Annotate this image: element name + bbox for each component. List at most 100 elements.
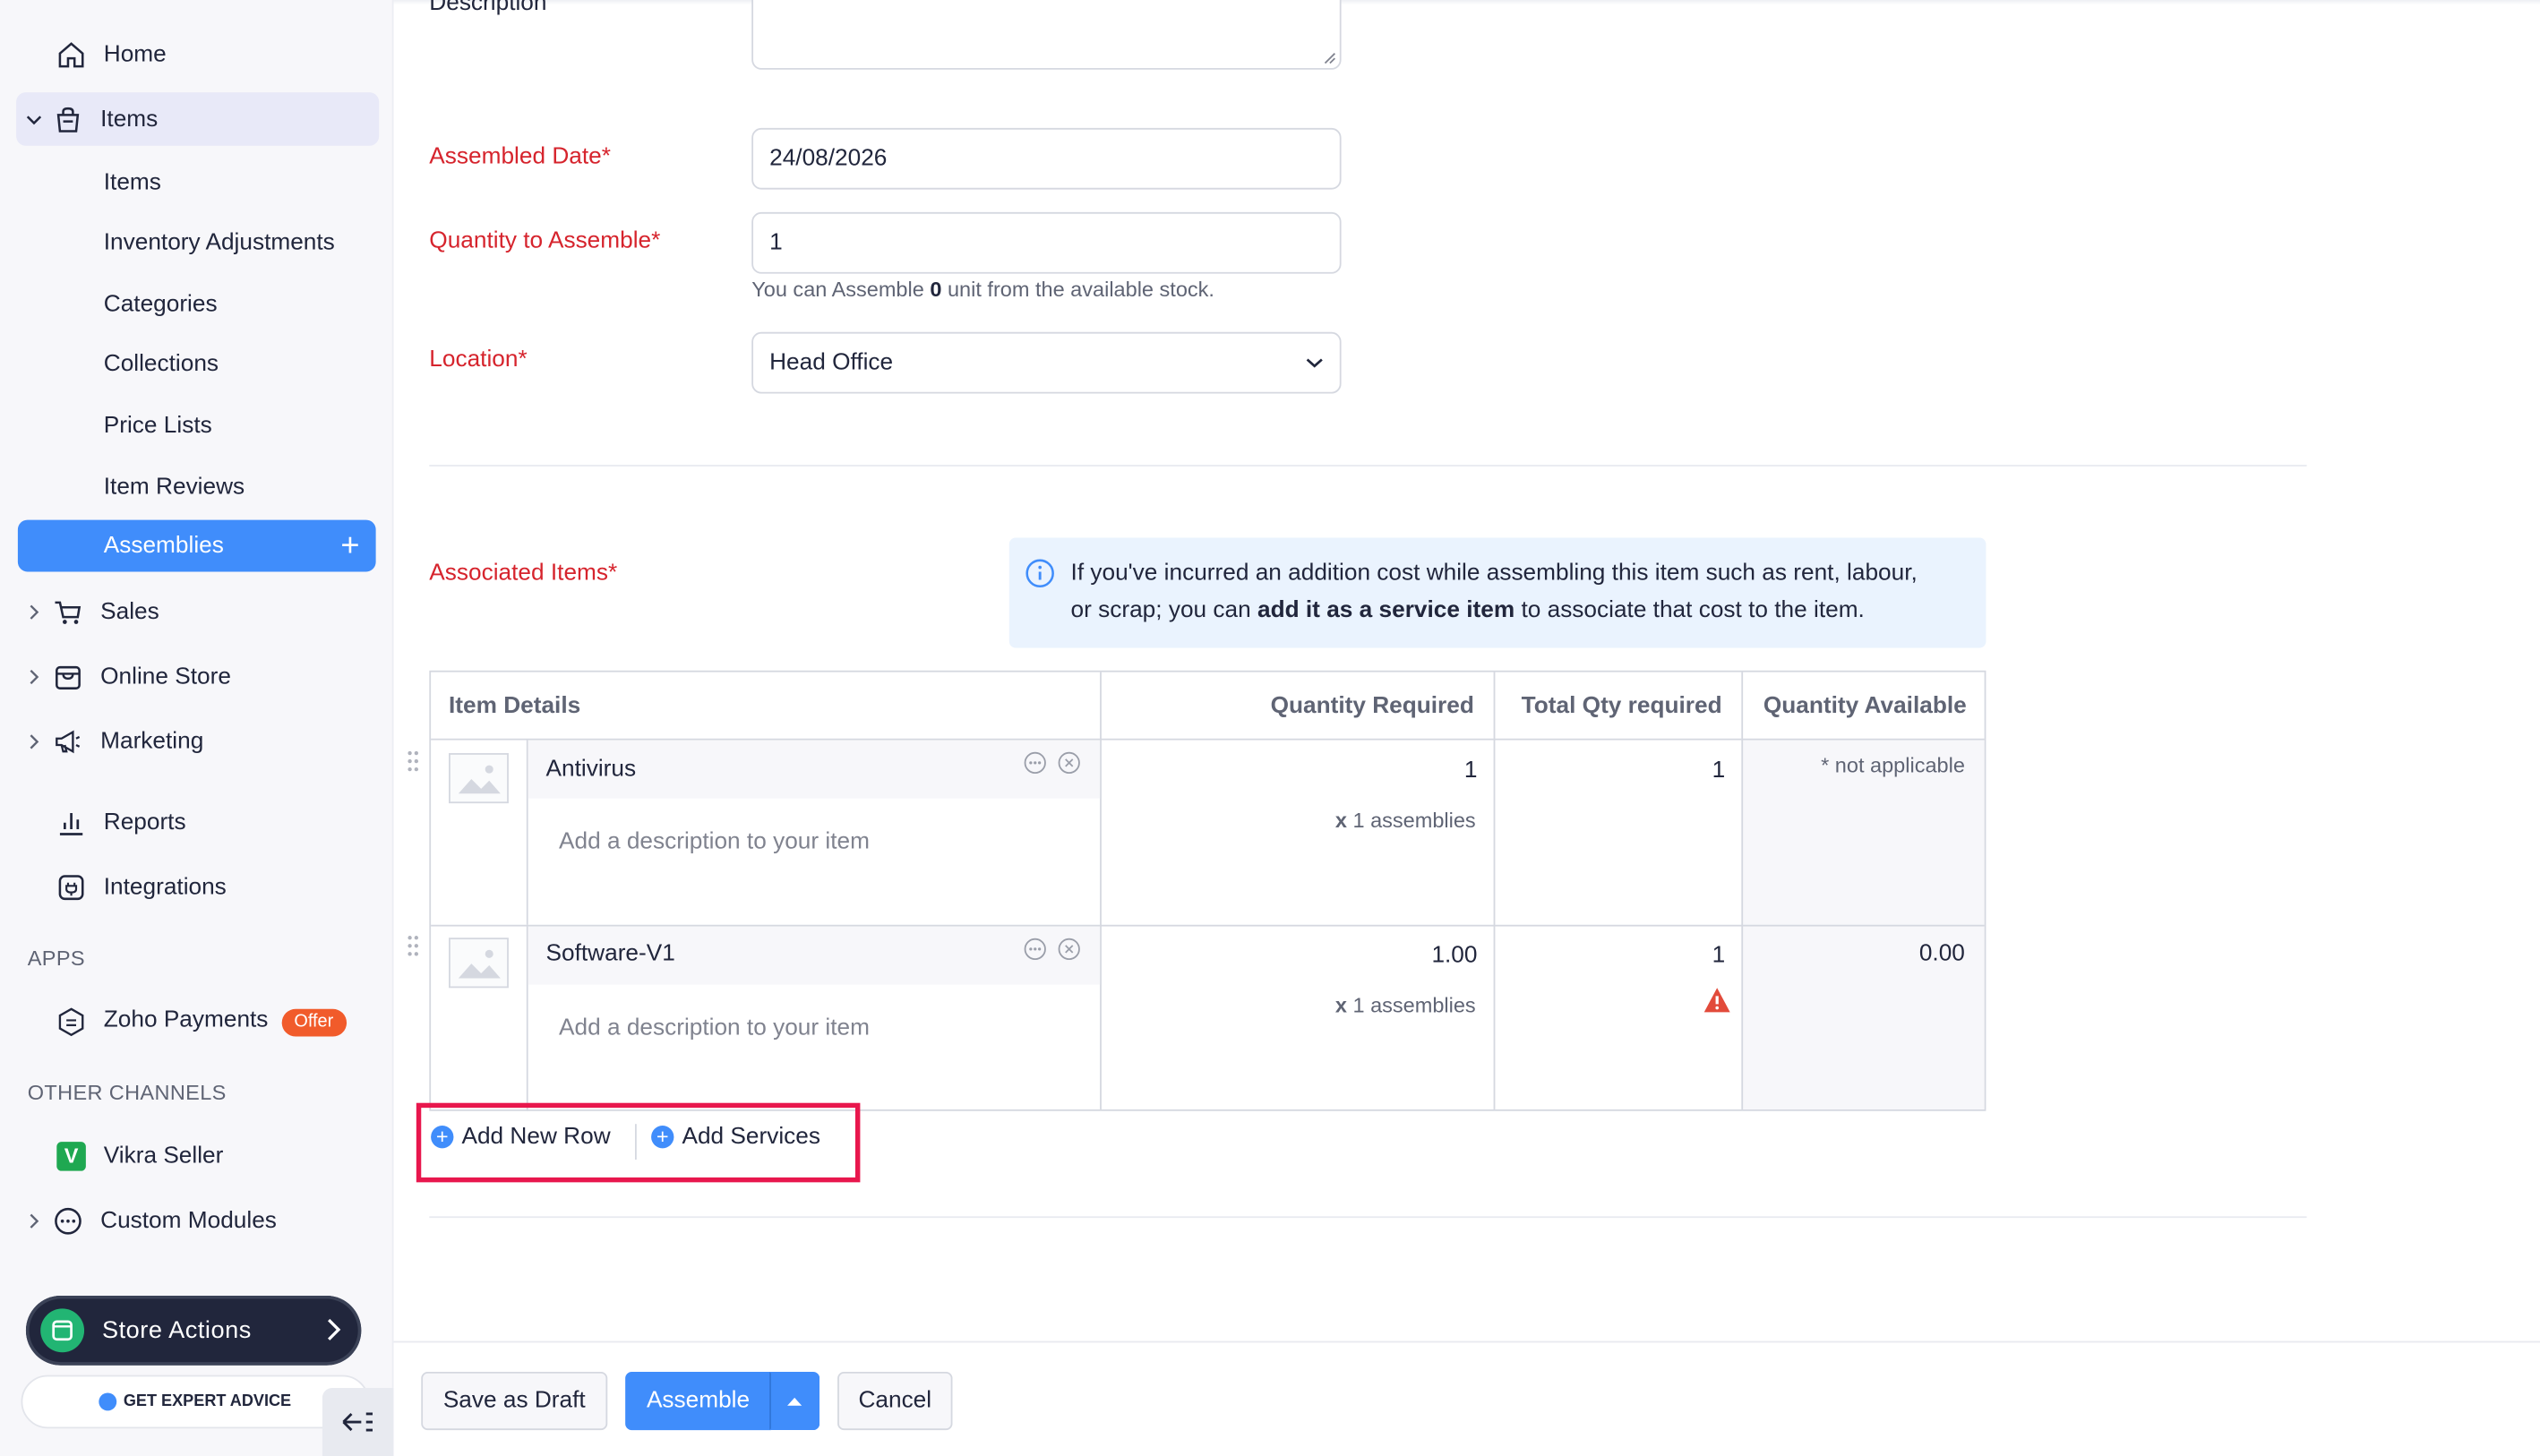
add-services-button[interactable]: + Add Services — [651, 1124, 820, 1150]
quantity-required-input[interactable]: 1 — [1100, 758, 1478, 784]
expert-advice-icon — [99, 1392, 117, 1411]
description-textarea[interactable] — [751, 0, 1342, 70]
sidebar-item-item-reviews[interactable]: Item Reviews — [16, 460, 379, 514]
nav-home[interactable]: Home — [16, 28, 379, 81]
section-divider — [429, 465, 2307, 467]
total-qty-required: 1 — [1712, 758, 1726, 784]
sidebar-item-label: Inventory Adjustments — [103, 228, 335, 255]
sidebar-item-inventory-adjustments[interactable]: Inventory Adjustments — [16, 216, 379, 270]
assembly-form: Description Assembled Date* 24/08/2026 Q… — [393, 0, 2540, 1456]
image-placeholder-icon[interactable] — [449, 938, 509, 989]
resize-grip-icon[interactable] — [1324, 52, 1336, 64]
sidebar-item-price-lists[interactable]: Price Lists — [16, 398, 379, 452]
more-options-icon[interactable] — [1024, 938, 1046, 961]
items-icon — [56, 107, 80, 132]
nav-sales[interactable]: Sales — [16, 585, 379, 638]
more-options-icon[interactable] — [1024, 751, 1046, 775]
nav-items-group[interactable]: Items — [16, 92, 380, 146]
nav-sales-label: Sales — [100, 598, 159, 625]
warning-icon[interactable] — [1703, 986, 1732, 1014]
online-store-icon — [56, 665, 81, 689]
drag-handle-icon[interactable] — [405, 749, 421, 775]
remove-icon[interactable] — [1058, 751, 1080, 775]
add-assembly-plus-icon[interactable]: + — [340, 529, 359, 561]
sidebar-item-items[interactable]: Items — [16, 156, 379, 210]
nav-online-store[interactable]: Online Store — [16, 649, 379, 703]
store-icon — [40, 1308, 85, 1353]
multiplier-x: x — [1334, 808, 1347, 833]
info-line-2-suffix: to associate that cost to the item. — [1515, 597, 1865, 624]
store-actions-label: Store Actions — [101, 1316, 252, 1345]
quantity-required-input[interactable]: 1.00 — [1100, 943, 1477, 969]
drag-handle-icon[interactable] — [405, 933, 421, 959]
header-shadow — [393, 0, 2540, 5]
store-actions-button[interactable]: Store Actions — [25, 1295, 362, 1366]
vikra-icon: V — [56, 1141, 86, 1170]
assemble-availability-hint: You can Assemble 0 unit from the availab… — [751, 277, 1214, 301]
sidebar-item-categories[interactable]: Categories — [16, 277, 379, 330]
column-divider — [1493, 672, 1496, 1109]
location-select[interactable]: Head Office — [751, 331, 1342, 394]
nav-reports[interactable]: Reports — [16, 795, 379, 849]
description-label: Description — [429, 0, 547, 17]
location-label: Location* — [429, 347, 528, 373]
assemble-options-dropdown[interactable] — [769, 1371, 820, 1431]
assemble-button[interactable]: Assemble — [625, 1371, 771, 1431]
nav-custom-modules[interactable]: Custom Modules — [16, 1194, 379, 1247]
image-placeholder-icon[interactable] — [449, 753, 509, 804]
home-icon — [58, 41, 84, 67]
add-services-label: Add Services — [682, 1124, 820, 1151]
sidebar-item-label: Collections — [103, 350, 219, 377]
chevron-down-icon — [26, 115, 42, 124]
zoho-payments-text: Zoho Payments — [103, 1006, 269, 1033]
chevron-right-icon — [30, 604, 39, 619]
plus-circle-icon: + — [651, 1125, 674, 1149]
nav-integrations[interactable]: Integrations — [16, 860, 379, 913]
chevron-right-icon — [30, 733, 39, 749]
item-name[interactable]: Software-V1 — [546, 941, 675, 967]
nav-zoho-payments[interactable]: Zoho Payments Offer — [16, 995, 379, 1049]
hint-suffix: unit from the available stock. — [941, 277, 1214, 302]
sidebar-item-collections[interactable]: Collections — [16, 337, 379, 390]
get-expert-advice-button[interactable]: GET EXPERT ADVICE — [21, 1375, 370, 1429]
nav-online-store-label: Online Store — [100, 663, 231, 689]
assemblies-multiplier: x 1 assemblies — [1100, 809, 1476, 833]
assembled-date-label: Assembled Date* — [429, 143, 611, 170]
quantity-to-assemble-input[interactable]: 1 — [751, 211, 1342, 274]
caret-up-icon — [787, 1397, 802, 1406]
item-description-input[interactable]: Add a description to your item — [559, 829, 870, 855]
sidebar-item-label: Price Lists — [103, 412, 212, 439]
column-header-total-qty-required: Total Qty required — [1493, 672, 1742, 741]
item-name[interactable]: Antivirus — [546, 757, 637, 783]
column-divider — [1100, 672, 1102, 1109]
section-divider — [429, 1216, 2307, 1219]
apps-section-label: APPS — [27, 946, 85, 971]
assemblies-multiplier: x 1 assemblies — [1100, 993, 1476, 1017]
cancel-button[interactable]: Cancel — [837, 1371, 953, 1431]
sidebar-item-label: Item Reviews — [103, 474, 245, 500]
collapse-sidebar-button[interactable] — [322, 1388, 394, 1456]
chevron-right-icon — [30, 669, 39, 684]
form-footer: Save as Draft Assemble Cancel — [393, 1340, 2540, 1456]
sidebar-item-assemblies[interactable]: Assemblies + — [17, 519, 376, 572]
nav-items-group-label: Items — [100, 106, 159, 133]
chevron-down-icon — [1306, 358, 1323, 368]
save-as-draft-button[interactable]: Save as Draft — [421, 1371, 608, 1431]
collapse-sidebar-icon — [342, 1412, 373, 1432]
info-line-1: If you've incurred an addition cost whil… — [1070, 560, 1918, 587]
chevron-right-icon — [328, 1318, 341, 1340]
quantity-to-assemble-label: Quantity to Assemble* — [429, 228, 661, 254]
add-new-row-button[interactable]: + Add New Row — [431, 1124, 611, 1150]
expert-advice-label: GET EXPERT ADVICE — [123, 1392, 292, 1411]
sidebar: Home Items Items Inventory Adjustments C… — [0, 0, 394, 1456]
column-divider — [1741, 672, 1744, 1109]
associated-items-table: Item Details Quantity Required Total Qty… — [408, 670, 1987, 1111]
assembled-date-input[interactable]: 24/08/2026 — [751, 127, 1342, 190]
nav-marketing[interactable]: Marketing — [16, 715, 379, 768]
nav-vikra-seller[interactable]: V Vikra Seller — [16, 1129, 379, 1183]
info-line-2-prefix: or scrap; you can — [1070, 597, 1257, 624]
remove-icon[interactable] — [1058, 938, 1080, 961]
add-service-item-hint: add it as a service item — [1257, 597, 1515, 624]
nav-zoho-payments-label: Zoho Payments Offer — [104, 1006, 347, 1036]
item-description-input[interactable]: Add a description to your item — [559, 1015, 870, 1041]
